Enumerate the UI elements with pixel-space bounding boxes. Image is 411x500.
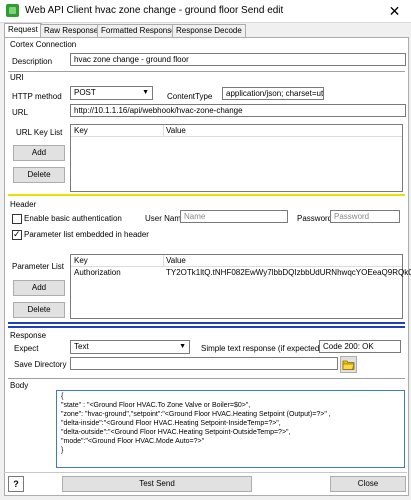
title-bar: Web API Client hvac zone change - ground… [0,0,411,23]
body-line: "zone": "hvac-ground","setpoint":"<Groun… [61,411,331,418]
param-delete-button[interactable]: Delete [13,302,65,318]
content-type-input[interactable]: application/json; charset=utf-8 [222,87,324,100]
body-line: "state" : "<Ground Floor HVAC.To Zone Va… [61,402,251,409]
tab-request[interactable]: Request [4,23,42,38]
save-directory-label: Save Directory [14,360,67,369]
url-key-list-grid[interactable]: Key Value [70,124,403,192]
tab-formatted-response[interactable]: Formatted Response [97,24,180,37]
expect-label: Expect [14,344,39,353]
username-input[interactable]: Name [180,210,288,223]
basic-auth-checkbox[interactable] [12,214,22,224]
password-placeholder: Password [334,212,370,221]
footer-divider [4,472,407,473]
url-key-list-header: Key Value [71,125,402,137]
url-key-add-button[interactable]: Add [13,145,65,161]
url-label: URL [12,108,29,117]
http-method-select[interactable]: POST ▼ [70,86,153,100]
close-button[interactable]: Close [330,476,406,492]
expect-value: Text [74,342,89,351]
uri-section-label: URI [10,73,24,82]
response-section-label: Response [10,331,47,340]
body-textarea[interactable]: { "state" : "<Ground Floor HVAC.To Zone … [56,390,405,468]
chevron-down-icon: ▼ [142,89,149,96]
password-input[interactable]: Password [330,210,400,223]
chevron-down-icon: ▼ [179,343,186,350]
body-line: "delta-outside":"<Ground Floor HVAC.Heat… [61,429,291,436]
param-row-key: Authorization [74,268,121,277]
content-type-label: ContentType [167,92,213,101]
yellow-separator [8,194,405,196]
window-title: Web API Client hvac zone change - ground… [25,5,284,16]
url-input[interactable]: http://10.1.1.16/api/webhook/hvac-zone-c… [70,104,406,117]
param-embedded-label: Parameter list embedded in header [24,230,149,239]
tab-raw-response[interactable]: Raw Response [40,24,103,37]
blue-separator-bottom [8,326,405,328]
url-value-column-header: Value [166,126,186,135]
parameter-list-label: Parameter List [12,262,65,271]
password-label: Password [297,214,333,223]
simple-response-label: Simple text response (if expected) [201,344,322,353]
expect-select[interactable]: Text ▼ [70,340,190,354]
browse-folder-button[interactable] [340,356,357,373]
dialog-window: Web API Client hvac zone change - ground… [0,0,411,500]
param-row-value: TY2OTk1ltQ.tNHF082EwWy7lbbDQIzbbUdURNhwq… [166,268,411,277]
parameter-list-header: Key Value [71,255,402,267]
body-divider [8,378,405,379]
description-label: Description [12,57,53,66]
simple-response-input[interactable]: Code 200: OK [319,340,401,353]
uri-divider [8,71,405,72]
url-key-delete-button[interactable]: Delete [13,167,65,183]
param-value-column-header: Value [166,256,186,265]
tab-response-decode[interactable]: Response Decode [172,24,246,37]
save-directory-input[interactable] [70,357,338,370]
blue-separator-top [8,322,405,324]
cortex-section-label: Cortex Connection [10,40,77,49]
url-key-list-label: URL Key List [16,128,63,137]
body-line: { [61,393,64,400]
param-embedded-checkbox[interactable] [12,229,22,240]
basic-auth-label: Enable basic authentication [24,214,122,223]
body-section-label: Body [10,381,29,390]
header-section-label: Header [10,200,37,209]
http-method-value: POST [74,88,96,97]
body-line: } [61,447,64,454]
folder-icon [342,360,355,370]
http-method-label: HTTP method [12,92,62,101]
close-window-icon[interactable]: ✕ [378,0,411,22]
body-line: "mode":"<Ground Floor HVAC.Mode Auto=?>" [61,438,205,445]
table-row[interactable]: Authorization TY2OTk1ltQ.tNHF082EwWy7lbb… [71,267,411,279]
help-button[interactable]: ? [8,476,24,492]
param-key-column-header: Key [71,255,164,266]
description-input[interactable]: hvac zone change - ground floor [70,53,406,66]
body-line: "delta-inside":"<Ground Floor HVAC.Heati… [61,420,281,427]
parameter-list-grid[interactable]: Key Value Authorization TY2OTk1ltQ.tNHF0… [70,254,411,319]
test-send-button[interactable]: Test Send [62,476,252,492]
username-placeholder: Name [184,212,206,221]
param-add-button[interactable]: Add [13,280,65,296]
app-icon [6,4,19,17]
url-key-column-header: Key [71,125,164,136]
